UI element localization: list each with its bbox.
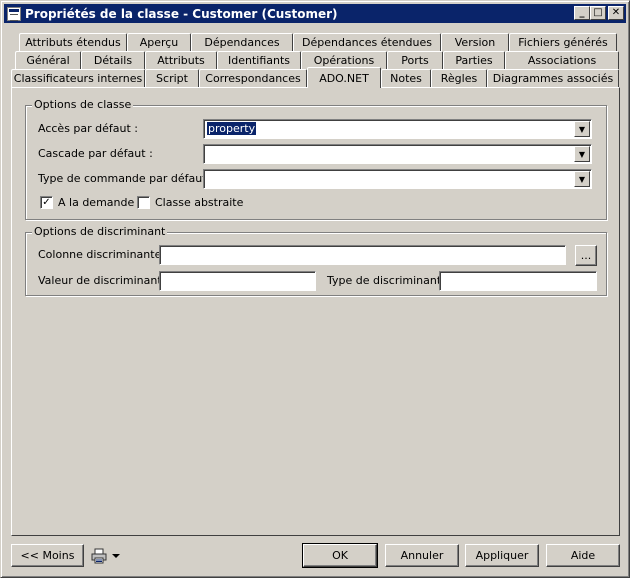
tab-panel-adonet: Options de classe Accès par défaut : pro…	[11, 87, 620, 536]
discriminator-type-input[interactable]	[439, 271, 597, 291]
window-icon	[7, 6, 21, 21]
close-button[interactable]: ✕	[608, 6, 624, 20]
tab-regles[interactable]: Règles	[431, 69, 487, 87]
dropdown-arrow-icon[interactable]: ▼	[574, 121, 590, 137]
tab-apercu[interactable]: Aperçu	[127, 33, 191, 51]
tab-parties[interactable]: Parties	[443, 51, 505, 69]
tab-associations[interactable]: Associations	[505, 51, 619, 69]
access-label: Accès par défaut :	[38, 122, 139, 135]
tab-dependances-etendues[interactable]: Dépendances étendues	[293, 33, 441, 51]
tab-notes[interactable]: Notes	[381, 69, 431, 87]
access-select[interactable]: property ▼	[203, 119, 592, 139]
properties-dialog: Propriétés de la classe - Customer (Cust…	[0, 0, 630, 578]
tab-adonet[interactable]: ADO.NET	[307, 67, 381, 88]
window-controls: _ □ ✕	[574, 6, 624, 20]
discriminator-value-label: Valeur de discriminant :	[38, 274, 169, 287]
tab-attributs-etendus[interactable]: Attributs étendus	[19, 33, 127, 51]
browse-button[interactable]: ...	[575, 245, 597, 266]
title-bar[interactable]: Propriétés de la classe - Customer (Cust…	[4, 4, 626, 23]
tab-classificateurs-internes[interactable]: Classificateurs internes	[11, 69, 145, 87]
tab-version[interactable]: Version	[441, 33, 509, 51]
cascade-label: Cascade par défaut :	[38, 147, 153, 160]
discriminator-column-label: Colonne discriminante :	[38, 248, 169, 261]
dropdown-arrow-icon[interactable]: ▼	[574, 146, 590, 162]
tab-details[interactable]: Détails	[81, 51, 145, 69]
tab-fichiers-generes[interactable]: Fichiers générés	[509, 33, 617, 51]
lazy-label[interactable]: A la demande	[58, 196, 134, 209]
tab-attributs[interactable]: Attributs	[145, 51, 217, 69]
access-value: property	[207, 122, 257, 135]
window-title: Propriétés de la classe - Customer (Cust…	[25, 6, 338, 21]
help-button[interactable]: Aide	[546, 544, 620, 567]
tab-dependances[interactable]: Dépendances	[191, 33, 293, 51]
print-icon	[91, 548, 107, 564]
chevron-down-icon	[112, 554, 120, 558]
apply-button[interactable]: Appliquer	[465, 544, 539, 567]
tab-correspondances[interactable]: Correspondances	[199, 69, 307, 87]
minimize-button[interactable]: _	[574, 6, 590, 20]
dropdown-arrow-icon[interactable]: ▼	[574, 171, 590, 187]
abstract-checkbox[interactable]	[137, 196, 150, 209]
abstract-label[interactable]: Classe abstraite	[155, 196, 243, 209]
cancel-button[interactable]: Annuler	[385, 544, 459, 567]
tab-ports[interactable]: Ports	[387, 51, 443, 69]
tab-identifiants[interactable]: Identifiants	[217, 51, 301, 69]
discriminator-options-title: Options de discriminant	[32, 225, 168, 238]
tab-script[interactable]: Script	[145, 69, 199, 87]
command-type-label: Type de commande par défaut :	[38, 172, 214, 185]
discriminator-value-input[interactable]	[159, 271, 316, 291]
discriminator-options-group: Options de discriminant Colonne discrimi…	[25, 225, 607, 296]
tab-general[interactable]: Général	[15, 51, 81, 69]
check-icon: ✓	[42, 197, 51, 208]
command-type-select[interactable]: ▼	[203, 169, 592, 189]
maximize-button[interactable]: □	[590, 6, 606, 20]
discriminator-type-label: Type de discriminant :	[327, 274, 449, 287]
class-options-group: Options de classe Accès par défaut : pro…	[25, 98, 607, 220]
cascade-select[interactable]: ▼	[203, 144, 592, 164]
lazy-checkbox[interactable]: ✓	[40, 196, 53, 209]
tab-diagrammes-associes[interactable]: Diagrammes associés	[487, 69, 619, 87]
class-options-title: Options de classe	[32, 98, 134, 111]
print-button[interactable]	[91, 547, 127, 565]
less-button[interactable]: << Moins	[11, 544, 84, 567]
ok-button[interactable]: OK	[302, 543, 378, 568]
discriminator-column-input[interactable]	[159, 245, 566, 265]
